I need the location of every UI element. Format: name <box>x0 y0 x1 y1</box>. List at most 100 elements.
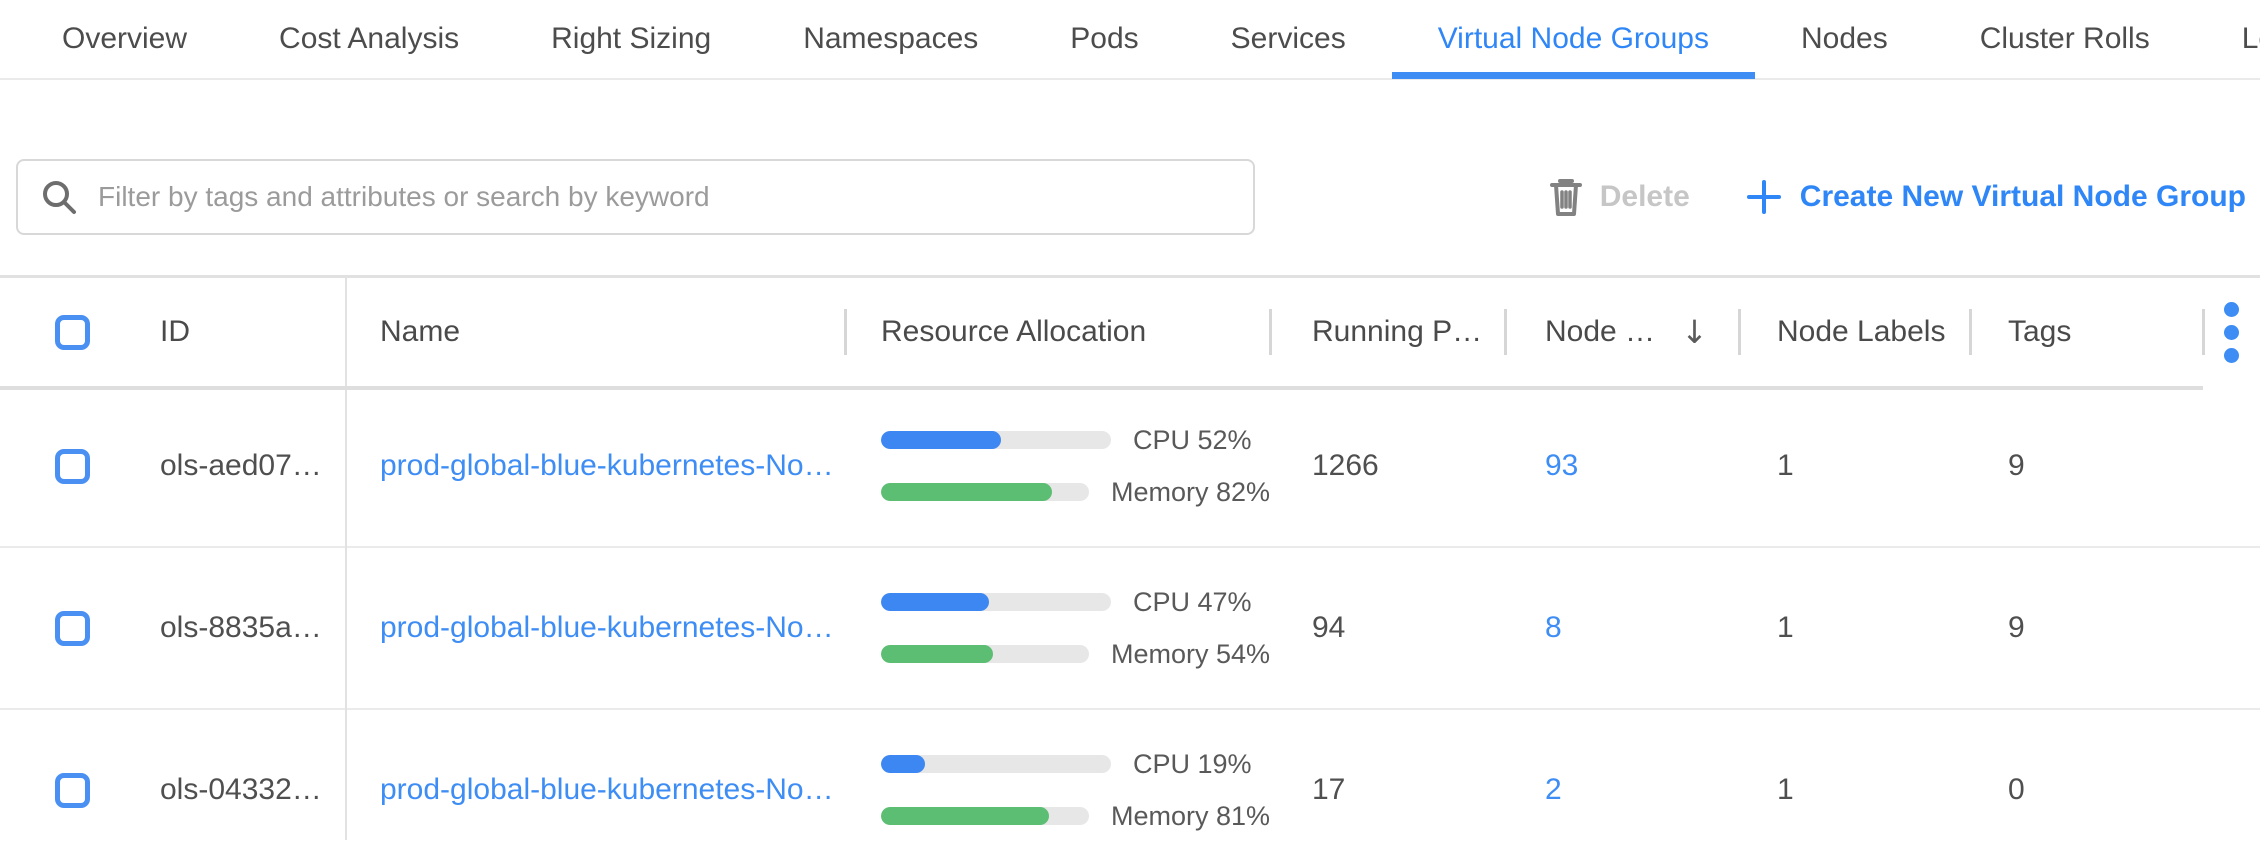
tab-label: Nodes <box>1801 22 1888 56</box>
row-checkbox[interactable] <box>55 611 90 646</box>
resource-allocation-cell: CPU 52% Memory 82% <box>845 425 1270 508</box>
node-labels-value: 1 <box>1739 773 1970 807</box>
memory-bar-fill <box>881 483 1052 501</box>
nodes-count-link[interactable]: 93 <box>1545 449 1578 482</box>
tags-value: 0 <box>1970 773 2203 807</box>
row-select-cell <box>0 449 130 484</box>
toolbar-actions: Delete Create New Virtual Node Group <box>1548 176 2246 218</box>
tab-cost-analysis[interactable]: Cost Analysis <box>233 0 505 78</box>
row-name-link[interactable]: prod-global-blue-kubernetes-No… <box>380 611 834 644</box>
cpu-bar-row: CPU 47% <box>881 587 1270 618</box>
tab-services[interactable]: Services <box>1185 0 1392 78</box>
tags-value: 9 <box>1970 449 2203 483</box>
tab-overview[interactable]: Overview <box>16 0 233 78</box>
tab-namespaces[interactable]: Namespaces <box>757 0 1024 78</box>
row-name-cell: prod-global-blue-kubernetes-No… <box>345 449 845 483</box>
cpu-bar-fill <box>881 755 925 773</box>
memory-label: Memory 82% <box>1111 477 1270 508</box>
resource-allocation-cell: CPU 47% Memory 54% <box>845 587 1270 670</box>
search-input[interactable] <box>98 181 1231 213</box>
tab-right-sizing[interactable]: Right Sizing <box>505 0 757 78</box>
table-row: ols-aed07… prod-global-blue-kubernetes-N… <box>0 386 2260 548</box>
row-name-cell: prod-global-blue-kubernetes-No… <box>345 611 845 645</box>
virtual-node-groups-table: ID Name Resource Allocation Running P… N… <box>0 275 2260 842</box>
cpu-bar-fill <box>881 431 1001 449</box>
column-header-name[interactable]: Name <box>345 278 845 386</box>
tab-log[interactable]: Log <box>2196 0 2260 78</box>
memory-bar-row: Memory 54% <box>881 639 1270 670</box>
running-pods-value: 1266 <box>1270 449 1505 483</box>
column-header-nodes-label: Node … <box>1545 315 1655 349</box>
create-button-label: Create New Virtual Node Group <box>1800 180 2246 214</box>
cpu-label: CPU 19% <box>1133 749 1252 780</box>
memory-bar-row: Memory 81% <box>881 801 1270 832</box>
plus-icon <box>1746 179 1782 215</box>
table-row: ols-8835a… prod-global-blue-kubernetes-N… <box>0 548 2260 710</box>
toolbar: Delete Create New Virtual Node Group <box>0 158 2260 236</box>
table-body: ols-aed07… prod-global-blue-kubernetes-N… <box>0 386 2260 842</box>
column-header-running-pods[interactable]: Running P… <box>1270 278 1505 386</box>
nodes-cell: 2 <box>1505 773 1739 807</box>
cpu-label: CPU 47% <box>1133 587 1252 618</box>
cpu-progress-bar <box>881 431 1111 449</box>
column-header-id[interactable]: ID <box>130 278 345 386</box>
trash-icon <box>1548 176 1584 218</box>
row-checkbox[interactable] <box>55 449 90 484</box>
resource-allocation-cell: CPU 19% Memory 81% <box>845 749 1270 832</box>
column-header-node-labels[interactable]: Node Labels <box>1739 278 1970 386</box>
column-header-nodes[interactable]: Node … ↓ <box>1505 278 1739 386</box>
nodes-cell: 8 <box>1505 611 1739 645</box>
memory-progress-bar <box>881 483 1089 501</box>
column-options-ellipsis-icon[interactable] <box>2224 302 2239 363</box>
delete-button-label: Delete <box>1600 180 1690 214</box>
cpu-progress-bar <box>881 755 1111 773</box>
sort-descending-icon[interactable]: ↓ <box>1681 313 1708 351</box>
cpu-bar-row: CPU 52% <box>881 425 1270 456</box>
nodes-cell: 93 <box>1505 449 1739 483</box>
tab-pods[interactable]: Pods <box>1024 0 1184 78</box>
node-labels-value: 1 <box>1739 611 1970 645</box>
row-select-cell <box>0 611 130 646</box>
memory-bar-fill <box>881 645 993 663</box>
cpu-bar-fill <box>881 593 989 611</box>
create-virtual-node-group-button[interactable]: Create New Virtual Node Group <box>1746 179 2246 215</box>
filter-search-box[interactable] <box>16 159 1255 235</box>
cpu-bar-row: CPU 19% <box>881 749 1270 780</box>
memory-label: Memory 54% <box>1111 639 1270 670</box>
column-header-resource-allocation[interactable]: Resource Allocation <box>845 278 1270 386</box>
row-id: ols-04332… <box>130 773 345 807</box>
column-menu-cell <box>2203 278 2260 386</box>
top-tab-bar: Overview Cost Analysis Right Sizing Name… <box>0 0 2260 80</box>
memory-progress-bar <box>881 807 1089 825</box>
memory-label: Memory 81% <box>1111 801 1270 832</box>
tab-cluster-rolls[interactable]: Cluster Rolls <box>1934 0 2196 78</box>
running-pods-value: 94 <box>1270 611 1505 645</box>
row-name-link[interactable]: prod-global-blue-kubernetes-No… <box>380 449 834 482</box>
row-checkbox[interactable] <box>55 773 90 808</box>
table-row: ols-04332… prod-global-blue-kubernetes-N… <box>0 710 2260 842</box>
search-icon <box>40 178 78 216</box>
memory-bar-row: Memory 82% <box>881 477 1270 508</box>
nodes-count-link[interactable]: 8 <box>1545 611 1562 644</box>
column-header-tags[interactable]: Tags <box>1970 278 2203 386</box>
running-pods-value: 17 <box>1270 773 1505 807</box>
memory-bar-fill <box>881 807 1049 825</box>
tab-label: Virtual Node Groups <box>1438 22 1709 56</box>
tab-label: Right Sizing <box>551 22 711 56</box>
cpu-progress-bar <box>881 593 1111 611</box>
cpu-label: CPU 52% <box>1133 425 1252 456</box>
row-name-cell: prod-global-blue-kubernetes-No… <box>345 773 845 807</box>
tab-label: Pods <box>1070 22 1138 56</box>
tab-virtual-node-groups[interactable]: Virtual Node Groups <box>1392 0 1755 78</box>
table-header-row: ID Name Resource Allocation Running P… N… <box>0 278 2260 386</box>
row-select-cell <box>0 773 130 808</box>
row-name-link[interactable]: prod-global-blue-kubernetes-No… <box>380 773 834 806</box>
select-all-checkbox[interactable] <box>55 315 90 350</box>
nodes-count-link[interactable]: 2 <box>1545 773 1562 806</box>
tab-label: Log <box>2242 22 2260 56</box>
tab-label: Cost Analysis <box>279 22 459 56</box>
delete-button[interactable]: Delete <box>1548 176 1690 218</box>
tab-nodes[interactable]: Nodes <box>1755 0 1934 78</box>
memory-progress-bar <box>881 645 1089 663</box>
select-all-cell <box>0 278 130 386</box>
